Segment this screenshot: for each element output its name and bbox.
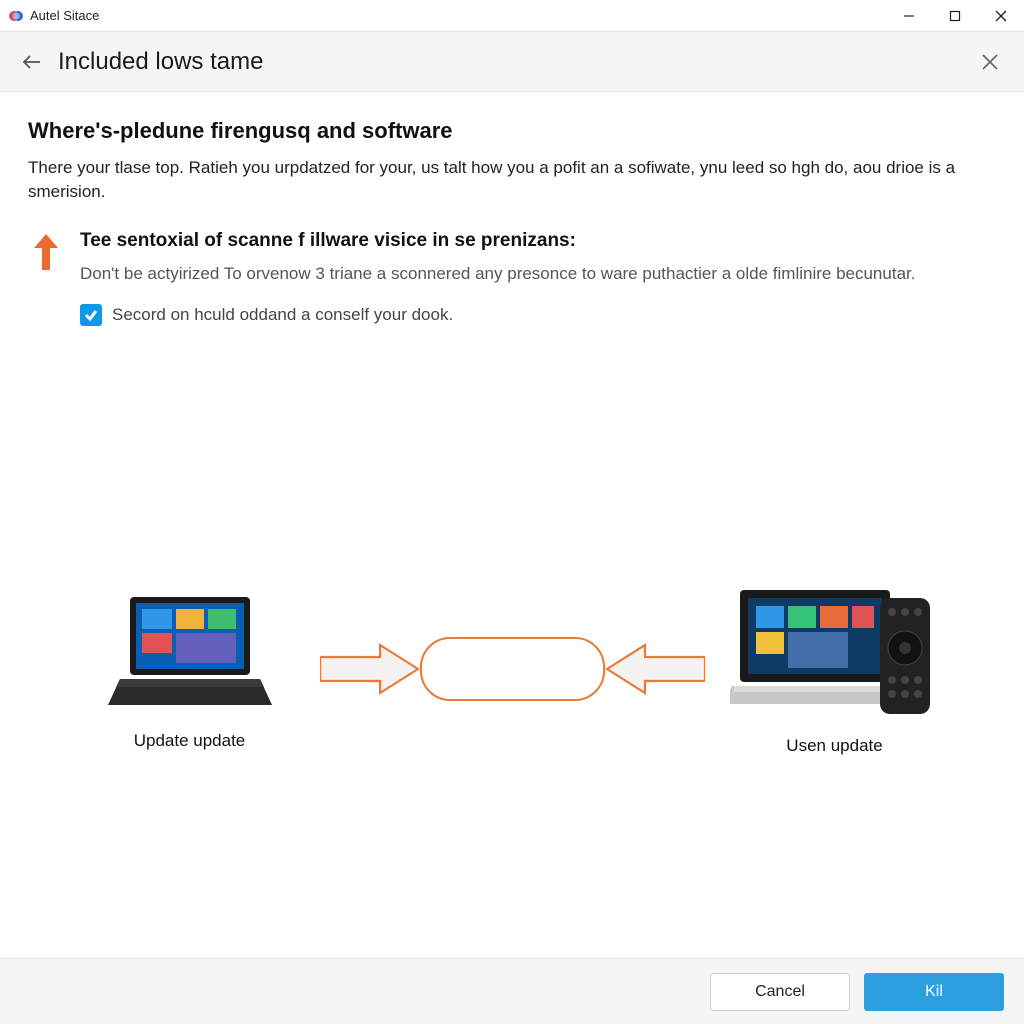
arrow-left-icon [605, 639, 705, 699]
device-right: Usen update [705, 582, 965, 756]
note-body: Tee sentoxial of scanne f illware visice… [80, 230, 996, 327]
app-icon [8, 8, 24, 24]
diagram: Update update [0, 582, 1024, 756]
note-title: Tee sentoxial of scanne f illware visice… [80, 230, 996, 252]
laptop-icon [100, 587, 280, 717]
window-close-button[interactable] [978, 0, 1024, 32]
laptop-remote-icon [730, 582, 940, 722]
device-left: Update update [60, 587, 320, 751]
window-maximize-button[interactable] [932, 0, 978, 32]
content-heading: Where's-pledune firengusq and software [28, 118, 996, 144]
arrow-right-icon [320, 639, 420, 699]
cancel-button[interactable]: Cancel [710, 973, 850, 1011]
center-pill [420, 637, 605, 701]
device-right-label: Usen update [786, 736, 882, 756]
checkbox-label: Secord on hculd oddand a conself your do… [112, 305, 453, 325]
note-row: Tee sentoxial of scanne f illware visice… [28, 230, 996, 327]
back-button[interactable] [18, 48, 46, 76]
header-close-button[interactable] [974, 46, 1006, 78]
footer: Cancel Kil [0, 958, 1024, 1024]
device-left-label: Update update [134, 731, 246, 751]
option-checkbox[interactable] [80, 304, 102, 326]
checkbox-row: Secord on hculd oddand a conself your do… [80, 304, 996, 326]
app-title: Autel Sitace [30, 8, 99, 23]
page-title: Included lows tame [58, 48, 263, 76]
primary-button[interactable]: Kil [864, 973, 1004, 1011]
window-titlebar: Autel Sitace [0, 0, 1024, 32]
content-area: Where's-pledune firengusq and software T… [0, 92, 1024, 958]
page-header: Included lows tame [0, 32, 1024, 92]
content-intro: There your tlase top. Ratieh you urpdatz… [28, 156, 988, 204]
window-minimize-button[interactable] [886, 0, 932, 32]
window-controls [886, 0, 1024, 32]
note-text: Don't be actyirized To orvenow 3 triane … [80, 262, 960, 287]
arrow-up-icon [28, 230, 64, 279]
